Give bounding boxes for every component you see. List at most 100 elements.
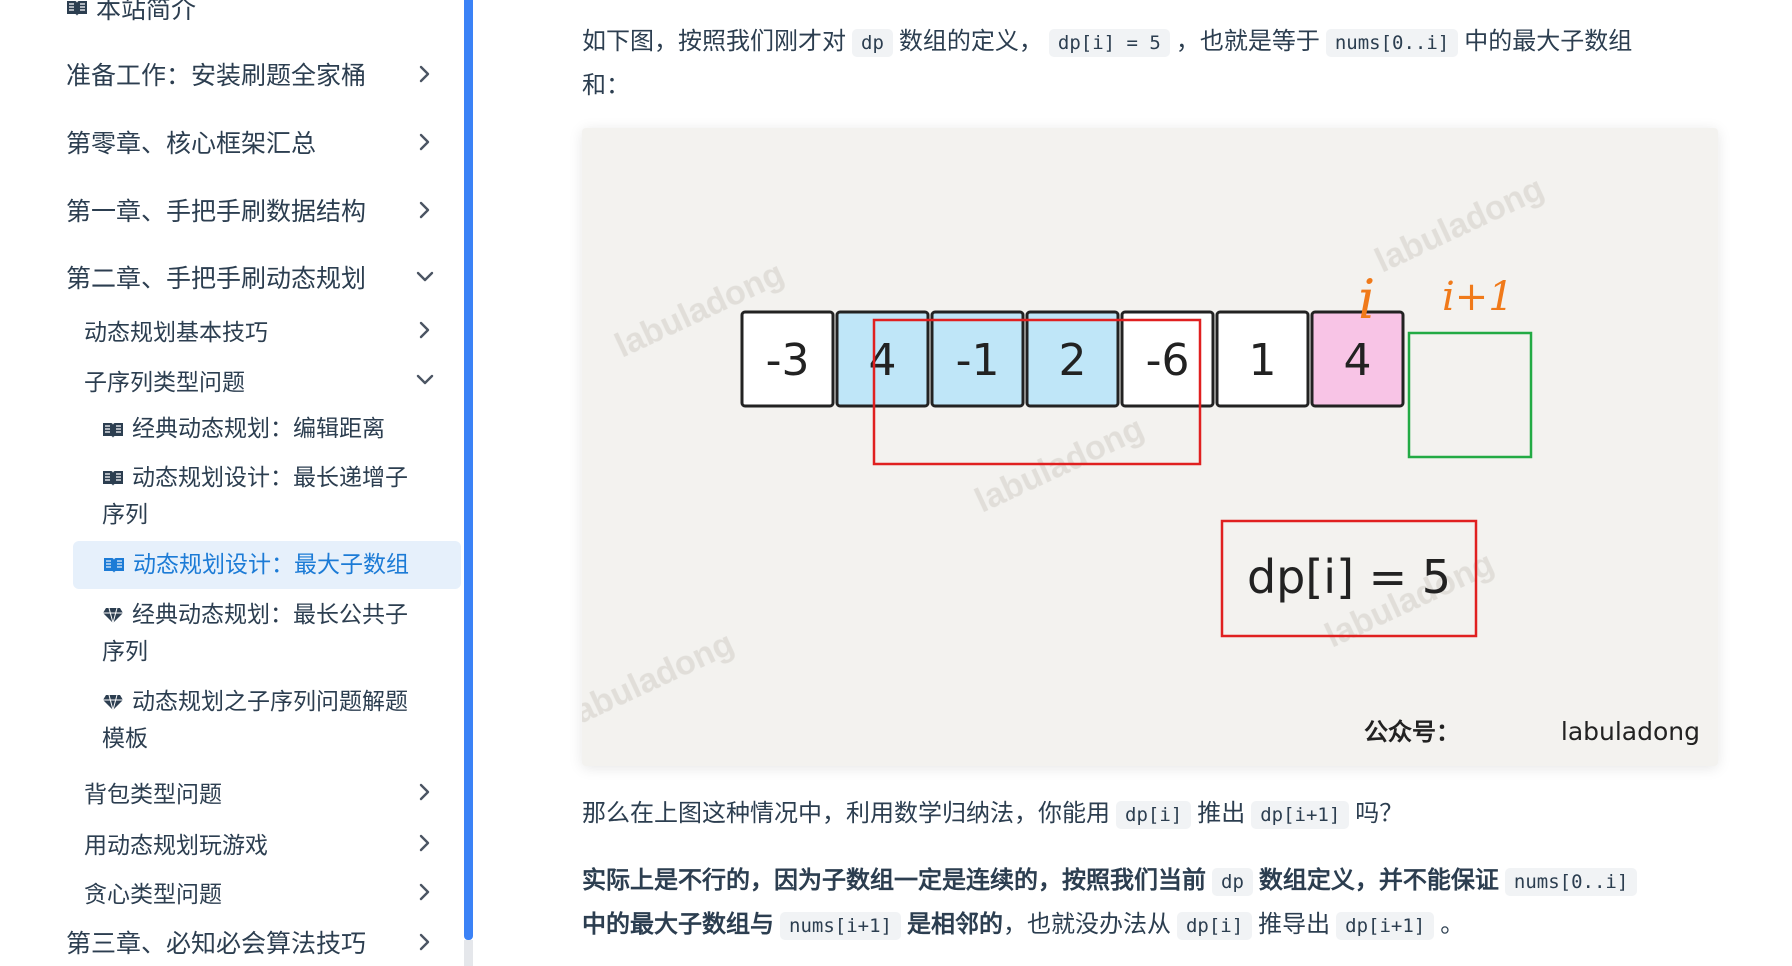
book-icon — [104, 558, 124, 573]
array-cell-value: -6 — [1146, 335, 1190, 386]
sidebar-item-label: 第一章、手把手刷数据结构 — [66, 197, 367, 226]
label-i-plus-1: i+1 — [1442, 274, 1514, 320]
inline-code: dp[i] = 5 — [1048, 29, 1170, 57]
paragraph-question: 那么在上图这种情况中，利用数学归纳法，你能用 dp[i] 推出 dp[i+1] 吗？ — [582, 792, 1732, 836]
book-icon — [67, 1, 87, 16]
sidebar-item-label: 准备工作：安装刷题全家桶 — [66, 61, 367, 90]
text: ，也就没办法从 — [1002, 910, 1171, 938]
sidebar-item-chapter0[interactable]: 第零章、核心框架汇总 — [66, 122, 436, 162]
text: 数组的定义， — [898, 27, 1043, 55]
sidebar-item-games[interactable]: 用动态规划玩游戏 — [84, 825, 436, 861]
array-cell-value: 4 — [1344, 335, 1372, 386]
sidebar-item-greedy[interactable]: 贪心类型问题 — [84, 874, 436, 910]
inline-code: dp[i] — [1176, 912, 1253, 940]
chevron-right-icon — [414, 131, 436, 153]
sidebar-item-chapter2[interactable]: 第二章、手把手刷动态规划 — [66, 257, 436, 297]
array-cell-value: 2 — [1059, 335, 1087, 386]
sidebar-item-lis[interactable]: 动态规划设计：最长递增子 序列 — [102, 460, 426, 534]
sidebar-item-label: 动态规划设计：最长递增子 — [132, 465, 408, 491]
array-cells: -3 4 -1 2 -6 1 4 — [740, 310, 1405, 408]
text: 和： — [582, 71, 630, 99]
sidebar-item-label: 动态规划基本技巧 — [84, 320, 268, 346]
inline-code: nums[i+1] — [780, 912, 901, 940]
inline-code: dp — [852, 29, 893, 57]
text: 如下图，按照我们刚才对 — [582, 27, 846, 55]
sidebar-item-label: 经典动态规划：编辑距离 — [132, 416, 385, 442]
text: 推导出 — [1258, 910, 1331, 938]
bold-text: 中的最大子数组与 — [582, 910, 774, 938]
dp-illustration: labuladong labuladong labuladong labulad… — [582, 169, 1700, 746]
sidebar: 本站简介 准备工作：安装刷题全家桶 第零章、核心框架汇总 第一章、手把手刷数据结… — [0, 0, 468, 966]
inline-code: dp[i+1] — [1336, 912, 1435, 940]
dp-illustration-figure: labuladong labuladong labuladong labulad… — [582, 128, 1718, 766]
gem-icon — [103, 607, 123, 624]
dp-label: dp[i] = 5 — [1247, 550, 1451, 604]
sidebar-item-label: 子序列类型问题 — [84, 370, 245, 396]
chevron-right-icon — [414, 781, 436, 803]
chevron-down-icon — [414, 369, 436, 391]
watermark-text: labuladong — [1369, 169, 1549, 280]
sidebar-scrollbar-track[interactable] — [464, 940, 473, 966]
inline-code: nums[0..i] — [1504, 868, 1638, 896]
chevron-right-icon — [414, 199, 436, 221]
sidebar-item-label: 背包类型问题 — [84, 782, 222, 808]
sidebar-item-label-cont: 序列 — [102, 639, 148, 665]
watermark-text: labuladong — [582, 624, 740, 735]
sidebar-item-label: 本站简介 — [96, 0, 197, 24]
sidebar-item-label: 第二章、手把手刷动态规划 — [66, 264, 367, 293]
sidebar-item-prep[interactable]: 准备工作：安装刷题全家桶 — [66, 54, 436, 94]
sidebar-item-label-cont: 模板 — [102, 726, 148, 752]
bold-text: 实际上是不行的，因为子数组一定是连续的，按照我们当前 — [582, 866, 1206, 894]
text: 那么在上图这种情况中，利用数学归纳法，你能用 — [582, 799, 1110, 827]
text: 中的最大子数组 — [1464, 27, 1633, 55]
sidebar-item-intro[interactable]: 本站简介 — [66, 0, 436, 24]
chevron-right-icon — [414, 881, 436, 903]
sidebar-item-label: 贪心类型问题 — [84, 882, 222, 908]
sidebar-item-lcs[interactable]: 经典动态规划：最长公共子 序列 — [102, 597, 426, 671]
green-highlight-box — [1407, 331, 1533, 459]
bold-text: 是相邻的 — [906, 910, 1003, 938]
sidebar-item-subseq-template[interactable]: 动态规划之子序列问题解题 模板 — [102, 684, 426, 758]
sidebar-item-subsequence[interactable]: 子序列类型问题 — [84, 362, 436, 398]
sidebar-item-max-subarray[interactable]: 动态规划设计：最大子数组 — [73, 541, 461, 589]
sidebar-item-edit-distance[interactable]: 经典动态规划：编辑距离 — [102, 411, 426, 448]
book-icon — [103, 422, 123, 438]
sidebar-item-label: 用动态规划玩游戏 — [84, 833, 268, 859]
inline-code: dp — [1212, 868, 1253, 896]
gem-icon — [103, 694, 123, 711]
inline-code: dp[i+1] — [1251, 801, 1350, 829]
chevron-down-icon — [414, 266, 436, 288]
sidebar-item-chapter3[interactable]: 第三章、必知必会算法技巧 — [66, 922, 436, 962]
chevron-right-icon — [414, 319, 436, 341]
sidebar-scrollbar[interactable] — [464, 0, 473, 940]
sidebar-item-label: 动态规划设计：最大子数组 — [133, 551, 409, 578]
array-cell-value: -3 — [766, 335, 810, 386]
sidebar-item-label: 第三章、必知必会算法技巧 — [66, 929, 367, 958]
text: 推出 — [1197, 799, 1246, 827]
chevron-right-icon — [414, 63, 436, 85]
sidebar-item-label-cont: 序列 — [102, 502, 148, 528]
sidebar-item-label: 动态规划之子序列问题解题 — [132, 689, 408, 715]
text: 。 — [1440, 910, 1465, 938]
paragraph-intro: 如下图，按照我们刚才对 dp 数组的定义， dp[i] = 5 ，也就是等于 nums[0… — [582, 20, 1732, 106]
text: ，也就是等于 — [1175, 27, 1320, 55]
sidebar-item-label: 第零章、核心框架汇总 — [66, 129, 317, 158]
credit-prefix: 公众号： — [1364, 717, 1460, 746]
array-cell-value: 1 — [1249, 335, 1277, 386]
paragraph-answer: 实际上是不行的，因为子数组一定是连续的，按照我们当前 dp 数组定义，并不能保证 nu… — [582, 859, 1732, 947]
chevron-right-icon — [414, 931, 436, 953]
bold-text: 数组定义，并不能保证 — [1258, 866, 1499, 894]
chevron-right-icon — [414, 832, 436, 854]
array-cell-value: -1 — [956, 335, 1000, 386]
sidebar-item-knapsack[interactable]: 背包类型问题 — [84, 774, 436, 810]
inline-code: dp[i] — [1116, 801, 1192, 829]
array-cell-value: 4 — [869, 335, 897, 386]
credit-name: labuladong — [1561, 717, 1700, 746]
text: 吗？ — [1355, 799, 1404, 827]
label-i: i — [1358, 268, 1375, 331]
inline-code: nums[0..i] — [1325, 29, 1459, 57]
sidebar-item-dp-basics[interactable]: 动态规划基本技巧 — [84, 312, 436, 348]
book-icon — [103, 471, 123, 486]
sidebar-item-label: 经典动态规划：最长公共子 — [132, 602, 408, 628]
sidebar-item-chapter1[interactable]: 第一章、手把手刷数据结构 — [66, 190, 436, 230]
